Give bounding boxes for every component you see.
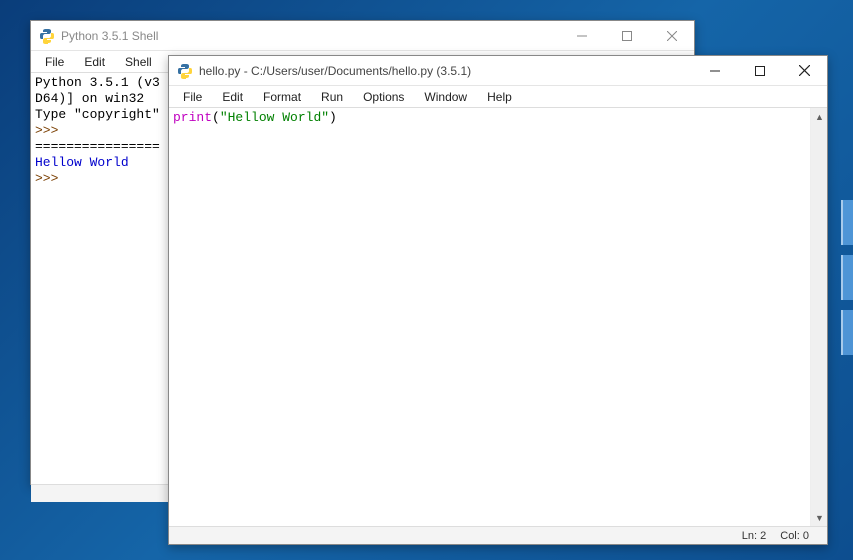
close-button[interactable] xyxy=(649,21,694,50)
minimize-button[interactable] xyxy=(559,21,604,50)
editor-menubar: File Edit Format Run Options Window Help xyxy=(169,86,827,108)
menu-options[interactable]: Options xyxy=(353,88,414,106)
menu-window[interactable]: Window xyxy=(414,88,477,106)
menu-file[interactable]: File xyxy=(173,88,212,106)
maximize-button[interactable] xyxy=(737,56,782,85)
menu-edit[interactable]: Edit xyxy=(212,88,253,106)
code-keyword: print xyxy=(173,110,212,125)
shell-window-controls xyxy=(559,21,694,50)
code-paren: ) xyxy=(329,110,337,125)
editor-title-text: hello.py - C:/Users/user/Documents/hello… xyxy=(199,64,692,78)
minimize-button[interactable] xyxy=(692,56,737,85)
vertical-scrollbar[interactable]: ▲ ▼ xyxy=(810,108,827,526)
desktop-right-edge xyxy=(841,200,853,380)
editor-titlebar[interactable]: hello.py - C:/Users/user/Documents/hello… xyxy=(169,56,827,86)
status-col: Col: 0 xyxy=(780,530,809,542)
editor-statusbar: Ln: 2 Col: 0 xyxy=(169,526,827,544)
editor-window[interactable]: hello.py - C:/Users/user/Documents/hello… xyxy=(168,55,828,545)
python-icon xyxy=(177,63,193,79)
shell-title-text: Python 3.5.1 Shell xyxy=(61,29,559,43)
menu-shell[interactable]: Shell xyxy=(115,53,162,71)
menu-format[interactable]: Format xyxy=(253,88,311,106)
menu-help[interactable]: Help xyxy=(477,88,522,106)
menu-edit[interactable]: Edit xyxy=(74,53,115,71)
scroll-up-icon[interactable]: ▲ xyxy=(811,108,828,125)
python-icon xyxy=(39,28,55,44)
editor-text-area[interactable]: print("Hellow World") xyxy=(169,108,810,526)
editor-window-controls xyxy=(692,56,827,85)
code-paren: ( xyxy=(212,110,220,125)
scroll-down-icon[interactable]: ▼ xyxy=(811,509,828,526)
status-line: Ln: 2 xyxy=(742,530,766,542)
menu-run[interactable]: Run xyxy=(311,88,353,106)
menu-file[interactable]: File xyxy=(35,53,74,71)
shell-titlebar[interactable]: Python 3.5.1 Shell xyxy=(31,21,694,51)
close-button[interactable] xyxy=(782,56,827,85)
code-string: "Hellow World" xyxy=(220,110,329,125)
maximize-button[interactable] xyxy=(604,21,649,50)
